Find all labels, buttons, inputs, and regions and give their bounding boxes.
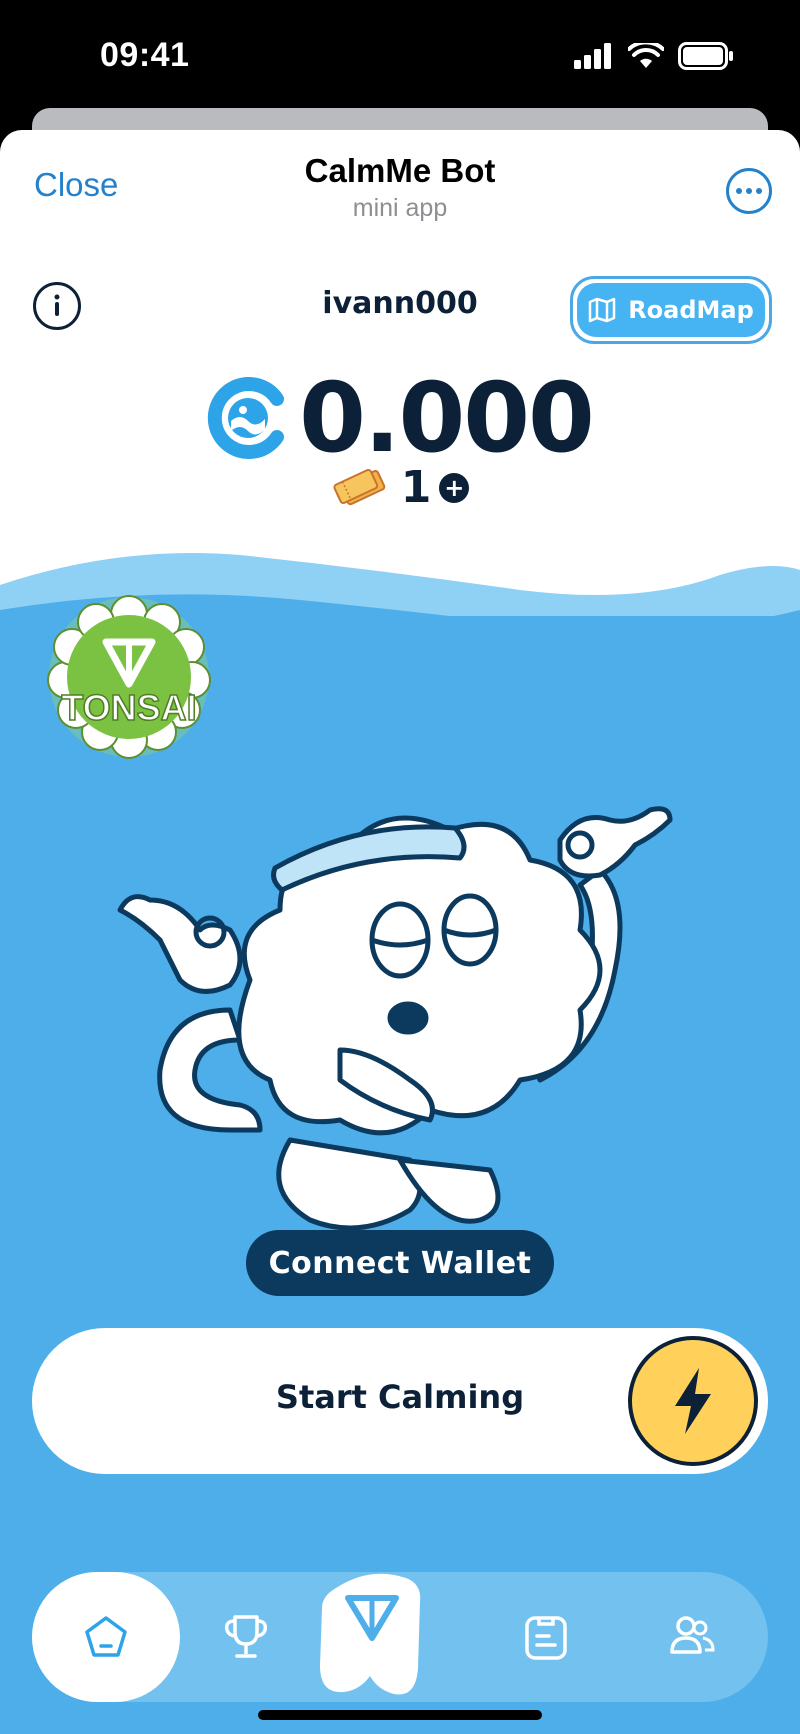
friends-icon xyxy=(670,1616,715,1654)
wifi-icon xyxy=(628,43,664,68)
more-icon[interactable] xyxy=(726,168,772,214)
connect-wallet-button[interactable]: Connect Wallet xyxy=(246,1230,554,1296)
home-indicator xyxy=(258,1710,542,1720)
roadmap-label: RoadMap xyxy=(628,296,754,324)
bot-subtitle: mini app xyxy=(352,194,448,222)
tonsai-badge-text: TONSAI xyxy=(61,687,196,728)
ticket-icon xyxy=(333,468,385,505)
status-bar: 09:41 xyxy=(0,0,800,110)
nav-tasks[interactable] xyxy=(496,1572,596,1702)
tickets-display: 1 + xyxy=(0,462,800,513)
tasks-icon xyxy=(525,1616,567,1660)
lightning-icon xyxy=(628,1336,758,1466)
status-icons xyxy=(574,42,734,70)
trophy-icon xyxy=(224,1615,268,1658)
ton-logo-icon xyxy=(320,1573,421,1695)
roadmap-button[interactable]: RoadMap xyxy=(570,276,772,344)
nav-home[interactable] xyxy=(32,1572,180,1702)
add-tickets-button[interactable]: + xyxy=(439,472,470,503)
nav-leaderboard[interactable] xyxy=(196,1572,296,1702)
home-icon xyxy=(85,1616,127,1657)
status-time: 09:41 xyxy=(100,36,190,74)
signal-icon xyxy=(574,43,611,69)
ticket-count: 1 xyxy=(400,462,432,513)
balance-display: 0.000 xyxy=(0,362,800,474)
tonsai-badge[interactable]: TONSAI xyxy=(40,592,218,762)
nav-ton[interactable] xyxy=(306,1558,434,1704)
map-icon xyxy=(588,297,616,323)
telegram-header: Close CalmMe Bot mini app xyxy=(0,130,800,240)
mini-app-sheet: Close CalmMe Bot mini app ivann000 RoadM… xyxy=(0,130,800,1734)
calm-coin-icon xyxy=(207,377,285,459)
balance-value: 0.000 xyxy=(299,362,595,474)
cloud-mascot-illustration xyxy=(117,806,673,1231)
start-calming-button[interactable]: Start Calming xyxy=(32,1328,768,1474)
bot-title: CalmMe Bot xyxy=(304,152,496,189)
battery-icon xyxy=(678,42,733,70)
nav-friends[interactable] xyxy=(642,1572,742,1702)
